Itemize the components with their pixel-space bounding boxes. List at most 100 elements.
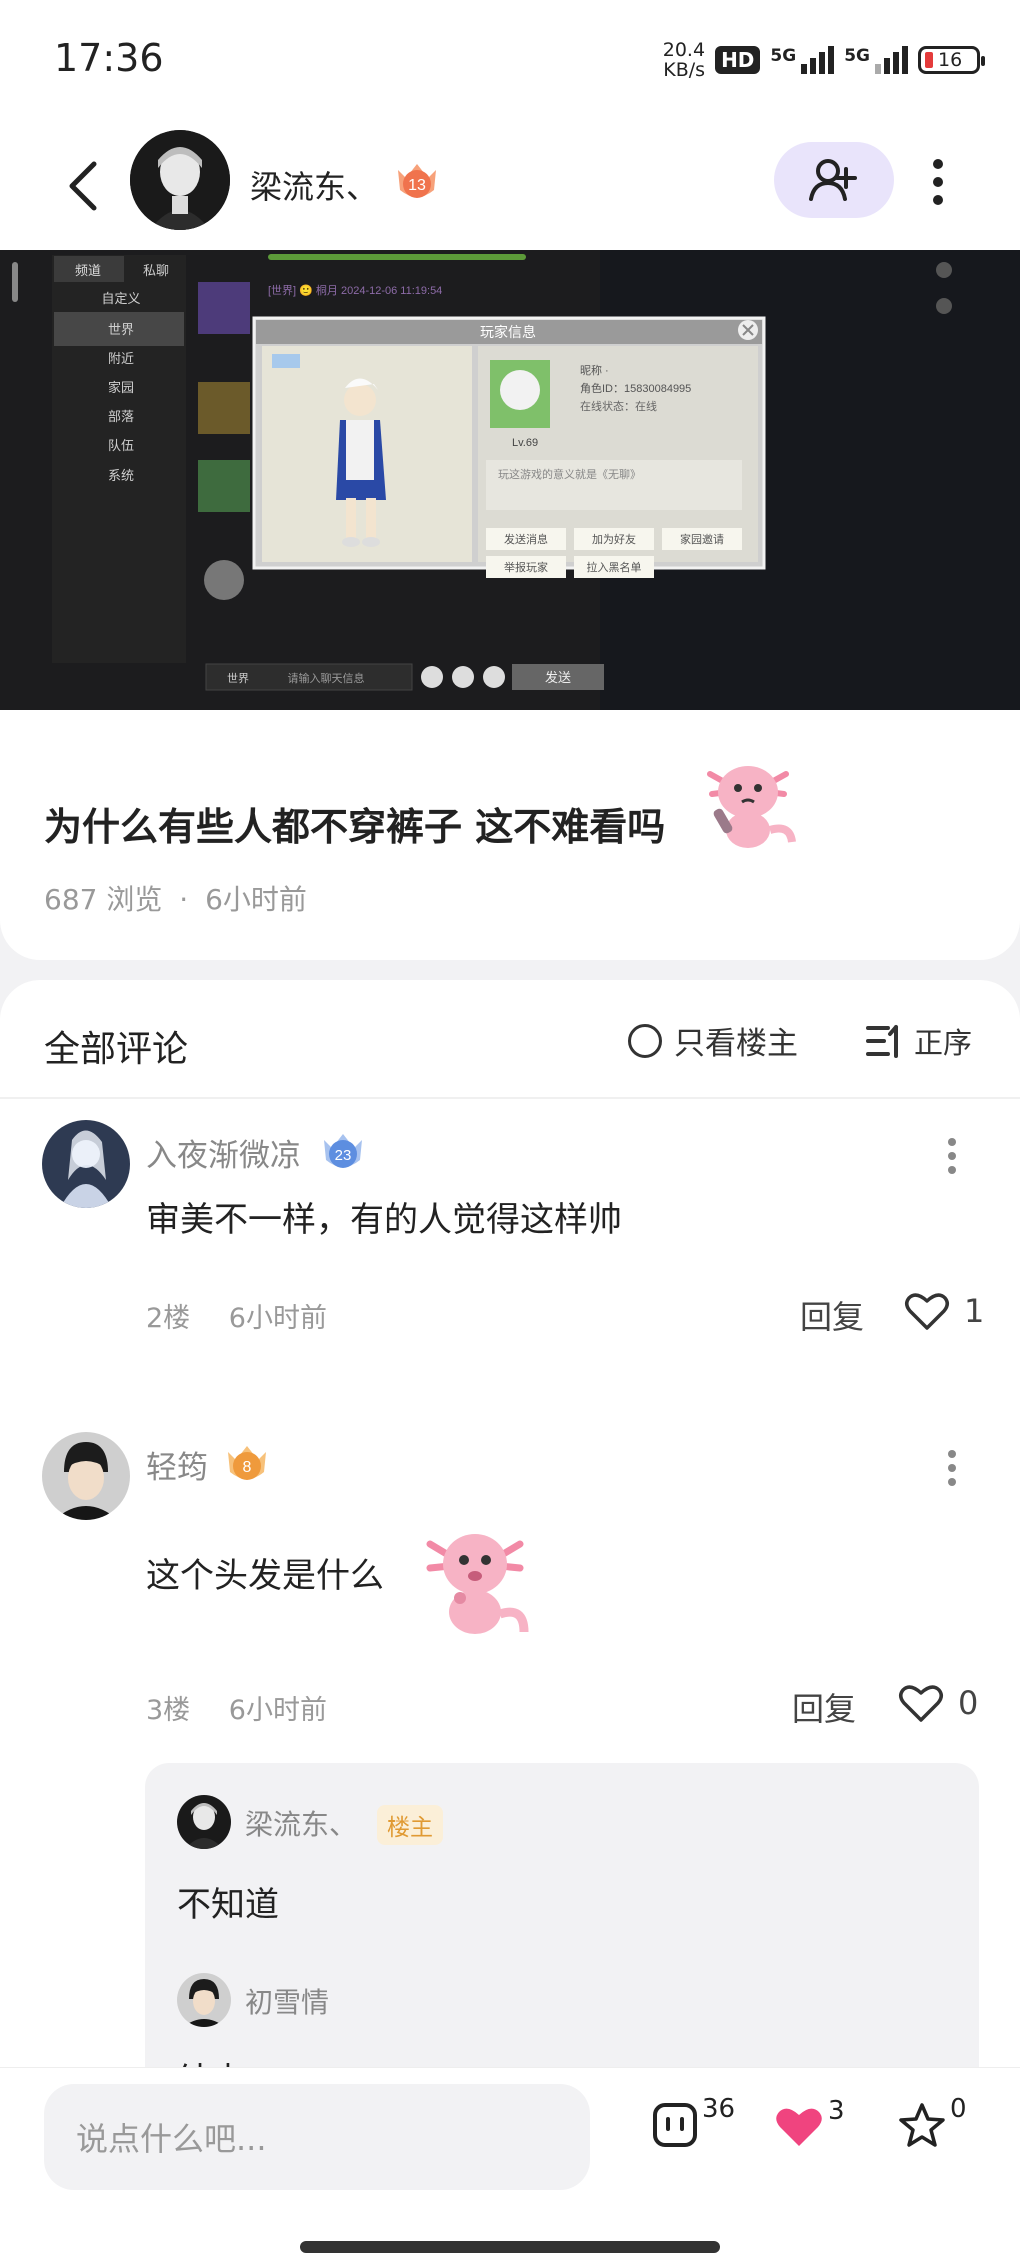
game-btn-home: 家园邀请 <box>680 532 724 546</box>
only-host-toggle[interactable]: 只看楼主 <box>628 1018 798 1063</box>
like-button[interactable]: 1 <box>904 1290 984 1332</box>
only-host-label: 只看楼主 <box>674 1026 798 1062</box>
game-dialog-title: 玩家信息 <box>480 324 536 340</box>
reply-avatar[interactable] <box>177 1795 231 1849</box>
commenter-name[interactable]: 入夜渐微凉 <box>146 1130 301 1175</box>
comment-count: 36 <box>702 2094 736 2124</box>
game-chat-send: 发送 <box>545 670 571 685</box>
game-channel-5: 队伍 <box>108 438 134 453</box>
author-level-badge: 13 <box>392 156 442 210</box>
heart-outline-icon <box>905 1293 949 1330</box>
sort-toggle[interactable]: 正序 <box>866 1020 972 1062</box>
network-speed-value: 20.4 <box>662 39 706 61</box>
more-options-icon[interactable] <box>920 154 956 210</box>
comment-time: 6小时前 <box>228 1695 327 1726</box>
comment-input-placeholder: 说点什么吧... <box>76 2120 267 2158</box>
game-btn-report: 举报玩家 <box>504 560 548 574</box>
game-channel-6: 系统 <box>108 468 134 483</box>
like-post-button[interactable]: 3 <box>774 2096 845 2148</box>
network-speed: 20.4 KB/s <box>663 40 705 80</box>
reply-text: 不知道 <box>177 1885 279 1925</box>
game-chat-line: [世界] 🙂 桐月 2024-12-06 11:19:54 <box>268 283 442 297</box>
status-bar: 17:36 20.4 KB/s HD 5G 5G 16 <box>0 0 1020 120</box>
reply-name[interactable]: 初雪情 <box>245 1981 329 2021</box>
author-name[interactable]: 梁流东、 <box>250 162 378 208</box>
host-tag: 楼主 <box>377 1805 443 1845</box>
comment-input[interactable]: 说点什么吧... <box>44 2084 590 2190</box>
signal-icon: 5G <box>770 46 835 74</box>
game-tab-channel: 频道 <box>75 263 101 278</box>
favorite-button[interactable]: 0 <box>898 2094 967 2148</box>
status-time: 17:36 <box>54 36 164 80</box>
like-count: 1 <box>964 1292 985 1330</box>
post-card: 为什么有些人都不穿裤子 这不难看吗 687 浏览 · 6小时前 <box>0 710 1020 960</box>
radio-icon <box>628 1023 662 1058</box>
post-meta: 687 浏览 · 6小时前 <box>44 878 307 918</box>
sort-icon <box>866 1025 898 1058</box>
comments-count-button[interactable]: 36 <box>652 2094 735 2148</box>
follow-button[interactable] <box>774 142 894 218</box>
post-header: 梁流东、 13 <box>0 120 1020 250</box>
game-btn-add: 加为好友 <box>592 532 636 546</box>
axolotl-sticker-icon <box>707 766 796 848</box>
commenter-avatar[interactable] <box>42 1120 130 1208</box>
author-level-text: 13 <box>408 177 426 194</box>
network-speed-unit: KB/s <box>663 59 706 81</box>
comment-item: 入夜渐微凉 23 审美不一样，有的人觉得这样帅 2楼 6小时前 回复 1 <box>0 1120 1020 1400</box>
reply-name[interactable]: 梁流东、 <box>245 1803 357 1843</box>
battery-level: 16 <box>938 49 963 71</box>
game-signature: 玩这游戏的意义就是《无聊》 <box>498 467 641 481</box>
game-channel-1: 世界 <box>108 322 134 337</box>
bottom-bar: 说点什么吧... 36 3 0 <box>0 2067 1020 2268</box>
like-post-count: 3 <box>828 2096 845 2126</box>
sub-replies: 梁流东、 楼主 不知道 初雪情 结束 <box>145 1763 979 2067</box>
battery-icon: 16 <box>918 46 985 74</box>
post-time: 6小时前 <box>205 883 307 916</box>
comment-text: 审美不一样，有的人觉得这样帅 <box>146 1200 622 1240</box>
commenter-avatar[interactable] <box>42 1432 130 1520</box>
reply-text: 结束 <box>177 2053 245 2067</box>
game-chat-placeholder: 请输入聊天信息 <box>288 671 365 685</box>
home-indicator[interactable] <box>300 2241 720 2253</box>
signal-label: 5G <box>770 46 797 66</box>
signal-icon-2: 5G <box>844 46 908 74</box>
post-image[interactable]: 频道 私聊 自定义 世界 附近 家园 部落 队伍 系统 [世界] 🙂 桐月 20… <box>0 250 1020 710</box>
favorite-count: 0 <box>950 2094 967 2124</box>
comment-icon <box>653 2103 697 2147</box>
game-channel-2: 附近 <box>108 351 134 366</box>
heart-filled-icon <box>776 2108 822 2146</box>
comment-more-icon[interactable] <box>946 1448 958 1488</box>
like-button[interactable]: 0 <box>898 1682 978 1724</box>
game-id-line: 角色ID：15830084995 <box>580 381 691 395</box>
comments-section: 全部评论 只看楼主 正序 入夜渐微凉 23 审美不一样，有的人觉得这样帅 2楼 … <box>0 980 1020 2067</box>
heart-outline-icon <box>899 1685 943 1722</box>
back-arrow-icon[interactable] <box>60 158 110 214</box>
comment-text: 这个头发是什么 <box>146 1556 384 1596</box>
divider <box>0 1097 1020 1099</box>
comments-title: 全部评论 <box>44 1029 189 1070</box>
commenter-name[interactable]: 轻筠 <box>146 1442 208 1487</box>
comment-more-icon[interactable] <box>946 1136 958 1176</box>
comment-item: 轻筠 8 这个头发是什么 3楼 6小时前 回复 0 <box>0 1432 1020 1752</box>
status-indicators: 20.4 KB/s HD 5G 5G 16 <box>663 38 985 82</box>
comment-floor: 2楼 <box>146 1303 191 1334</box>
reply-button[interactable]: 回复 <box>800 1292 864 1338</box>
commenter-level: 23 <box>335 1147 352 1164</box>
game-online-line: 在线状态：在线 <box>580 399 657 413</box>
game-btn-send: 发送消息 <box>504 532 548 546</box>
comment-meta: 2楼 6小时前 <box>146 1296 327 1335</box>
comment-meta: 3楼 6小时前 <box>146 1688 327 1727</box>
like-count: 0 <box>958 1684 979 1722</box>
commenter-level: 8 <box>243 1459 252 1476</box>
post-meta-separator: · <box>179 883 189 916</box>
game-btn-block: 拉入黑名单 <box>587 560 642 574</box>
game-chat-channel: 世界 <box>227 672 249 685</box>
reply-button[interactable]: 回复 <box>792 1684 856 1730</box>
star-icon <box>899 2103 945 2147</box>
add-user-icon <box>809 159 857 201</box>
reply-avatar[interactable] <box>177 1973 231 2027</box>
author-avatar[interactable] <box>130 130 230 230</box>
game-channel-0: 自定义 <box>101 291 140 306</box>
game-player-level: Lv.69 <box>512 437 538 449</box>
game-name-line: 昵称 · <box>580 363 609 377</box>
